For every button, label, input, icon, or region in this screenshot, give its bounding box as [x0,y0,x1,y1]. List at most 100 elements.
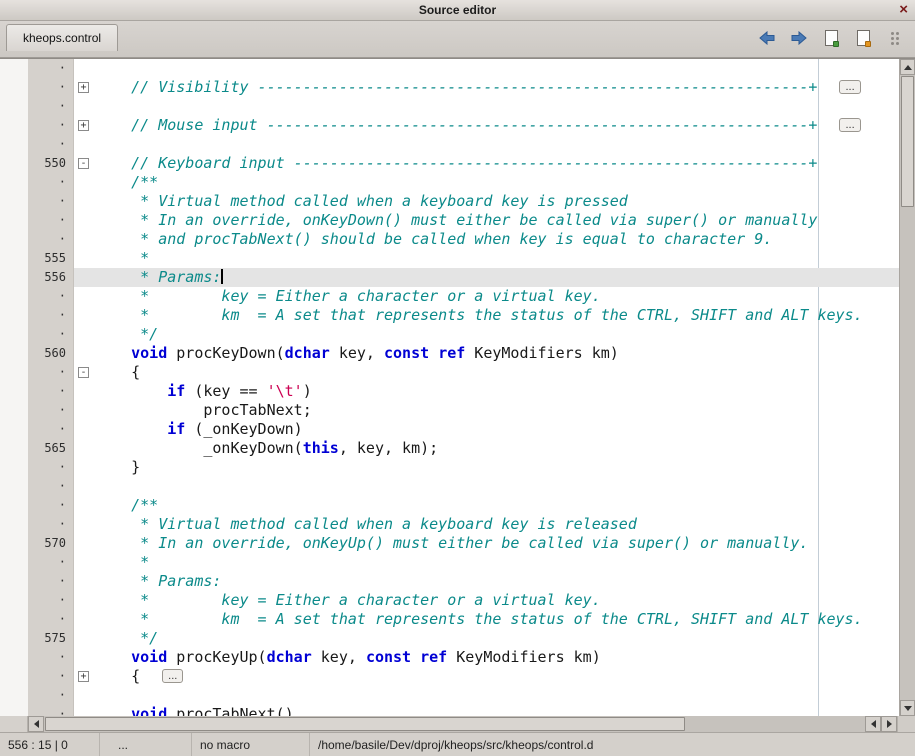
code-line[interactable]: ·- { [0,363,899,382]
code-line[interactable]: · * Virtual method called when a keyboar… [0,192,899,211]
line-number[interactable]: · [0,211,74,230]
line-number[interactable]: · [0,496,74,515]
close-icon[interactable]: × [899,1,908,18]
code-line[interactable]: · * [0,553,899,572]
code-line[interactable]: · * Params: [0,572,899,591]
code-line[interactable]: · void procTabNext() [0,705,899,716]
code-line[interactable]: 550- // Keyboard input -----------------… [0,154,899,173]
code-line[interactable]: 575 */ [0,629,899,648]
line-number[interactable]: · [0,420,74,439]
code-line[interactable]: · */ [0,325,899,344]
code-line[interactable]: · /** [0,496,899,515]
fold-marker-icon[interactable]: + [78,82,89,93]
fold-ellipsis[interactable]: ... [839,118,860,132]
line-number[interactable]: · [0,135,74,154]
line-number[interactable]: · [0,591,74,610]
fold-marker-icon[interactable]: + [78,671,89,682]
code-line[interactable]: · * km = A set that represents the statu… [0,306,899,325]
line-number[interactable]: · [0,515,74,534]
line-number[interactable]: · [0,572,74,591]
scroll-up-button[interactable] [900,59,915,75]
toolbar-grip-icon[interactable] [885,29,905,47]
code-line[interactable]: · * key = Either a character or a virtua… [0,591,899,610]
code-line[interactable]: 570 * In an override, onKeyUp() must eit… [0,534,899,553]
fold-ellipsis[interactable]: ... [839,80,860,94]
line-number[interactable]: · [0,610,74,629]
code-line[interactable]: ·+ // Visibility -----------------------… [0,78,899,97]
code-line[interactable]: · [0,135,899,154]
horizontal-scroll-thumb[interactable] [45,717,685,731]
code-line[interactable]: · if (key == '\t') [0,382,899,401]
line-number[interactable]: · [0,458,74,477]
code-line[interactable]: · * Virtual method called when a keyboar… [0,515,899,534]
code-line[interactable]: 565 _onKeyDown(this, key, km); [0,439,899,458]
line-number[interactable]: · [0,553,74,572]
fold-marker-icon[interactable]: - [78,158,89,169]
line-number[interactable]: · [0,97,74,116]
code-line[interactable]: 560 void procKeyDown(dchar key, const re… [0,344,899,363]
fold-gutter[interactable]: + [74,667,95,686]
line-number[interactable]: · [0,287,74,306]
document-new-icon[interactable] [821,29,841,47]
line-number[interactable]: · [0,78,74,97]
code-line[interactable]: · [0,97,899,116]
line-number[interactable]: 565 [0,439,74,458]
line-number[interactable]: · [0,648,74,667]
code-line[interactable]: ·+ // Mouse input ----------------------… [0,116,899,135]
fold-gutter[interactable]: - [74,363,95,382]
horizontal-scrollbar[interactable] [0,716,915,732]
line-number[interactable]: · [0,705,74,716]
go-forward-icon[interactable] [789,29,809,47]
go-back-icon[interactable] [757,29,777,47]
fold-gutter[interactable]: + [74,116,95,135]
vertical-scroll-thumb[interactable] [901,76,914,207]
scroll-left-button[interactable] [28,716,44,732]
code-line[interactable]: · void procKeyUp(dchar key, const ref Ke… [0,648,899,667]
scroll-left-stepper-button[interactable] [865,716,881,732]
code-line[interactable]: 555 * [0,249,899,268]
document-save-icon[interactable] [853,29,873,47]
code-area[interactable]: ··+ // Visibility ----------------------… [0,59,899,716]
code-line[interactable]: · * In an override, onKeyDown() must eit… [0,211,899,230]
fold-gutter[interactable]: - [74,154,95,173]
line-number[interactable]: 550 [0,154,74,173]
line-number[interactable]: · [0,192,74,211]
code-line[interactable]: · /** [0,173,899,192]
scroll-right-button[interactable] [881,716,897,732]
line-number[interactable]: · [0,306,74,325]
code-line[interactable]: · * key = Either a character or a virtua… [0,287,899,306]
code-line[interactable]: · [0,59,899,78]
line-number[interactable]: 575 [0,629,74,648]
line-number[interactable]: 570 [0,534,74,553]
code-line[interactable]: · procTabNext; [0,401,899,420]
fold-marker-icon[interactable]: + [78,120,89,131]
fold-gutter[interactable]: + [74,78,95,97]
vertical-scroll-trough[interactable] [900,75,915,700]
code-line[interactable]: · } [0,458,899,477]
vertical-scrollbar[interactable] [899,59,915,716]
line-number[interactable]: · [0,59,74,78]
line-number[interactable]: · [0,173,74,192]
code-line[interactable]: · * and procTabNext() should be called w… [0,230,899,249]
line-number[interactable]: · [0,686,74,705]
line-number[interactable]: · [0,667,74,686]
line-number[interactable]: · [0,363,74,382]
line-number[interactable]: 555 [0,249,74,268]
line-number[interactable]: 556 [0,268,74,287]
code-line[interactable]: ·+ {... [0,667,899,686]
line-number[interactable]: · [0,382,74,401]
scroll-down-button[interactable] [900,700,915,716]
code-line[interactable]: · * km = A set that represents the statu… [0,610,899,629]
code-line[interactable]: 556 * Params: [0,268,899,287]
line-number[interactable]: 560 [0,344,74,363]
tab-kheops-control[interactable]: kheops.control [6,24,118,51]
line-number[interactable]: · [0,401,74,420]
code-line[interactable]: · if (_onKeyDown) [0,420,899,439]
line-number[interactable]: · [0,325,74,344]
line-number[interactable]: · [0,477,74,496]
line-number[interactable]: · [0,116,74,135]
fold-marker-icon[interactable]: - [78,367,89,378]
horizontal-scroll-trough[interactable] [44,716,865,732]
code-line[interactable]: · [0,686,899,705]
fold-ellipsis[interactable]: ... [162,669,183,683]
